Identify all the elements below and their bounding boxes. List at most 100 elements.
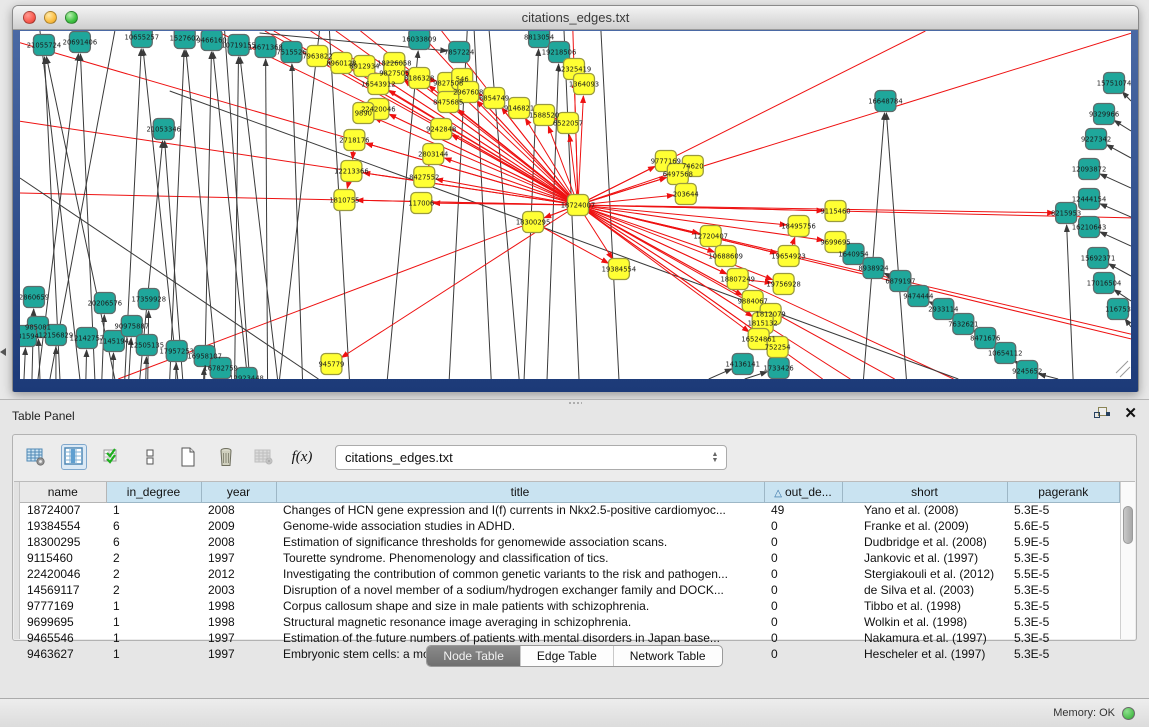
column-header-indegree[interactable]: in_degree [106, 482, 201, 502]
graph-node-label: 752254 [765, 343, 791, 351]
table-cell: Stergiakouli et al. (2012) [842, 566, 1007, 582]
memory-status-indicator[interactable] [1122, 707, 1135, 720]
table-row[interactable]: 1830029562008Estimation of significance … [20, 534, 1120, 550]
graph-node-label: 945779 [319, 360, 345, 368]
column-header-outde[interactable]: △out_de... [764, 482, 842, 502]
network-graph-canvas[interactable]: 1872400721055724206914061065525715276029… [20, 31, 1131, 379]
graph-node-label: 116753 [1105, 305, 1131, 313]
table-cell: 1997 [201, 550, 276, 566]
graph-node-label: 2803144 [418, 150, 448, 158]
table-row[interactable]: 977716911998Corpus callosum shape and si… [20, 598, 1120, 614]
table-row[interactable]: 1872400712008Changes of HCN gene express… [20, 502, 1120, 518]
column-header-pagerank[interactable]: pagerank [1007, 482, 1120, 502]
graph-node-label: 10654112 [988, 349, 1022, 357]
table-panel-body: f(x) citations_edges.txt ▲▼ namein_degre… [12, 434, 1137, 641]
table-toolbar: f(x) citations_edges.txt ▲▼ [13, 435, 1136, 479]
graph-node-label: 8912934 [349, 62, 379, 70]
table-cell: 2008 [201, 502, 276, 518]
graph-node-label: 20206576 [88, 299, 122, 307]
table-cell: 22420046 [20, 566, 106, 582]
graph-node-label: 19218506 [542, 48, 576, 56]
graph-node-label: 19654923 [771, 252, 805, 260]
table-cell: Structural magnetic resonance image aver… [276, 614, 764, 630]
graph-node-label: 19756928 [766, 280, 800, 288]
panel-collapse-handle[interactable] [0, 348, 6, 356]
splitter-handle[interactable] [568, 401, 582, 405]
graph-node-label: 8427552 [409, 173, 439, 181]
tab-node-table[interactable]: Node Table [427, 646, 521, 666]
delete-table-icon[interactable] [213, 444, 239, 470]
graph-node-label: 21055724 [27, 41, 61, 49]
select-all-icon[interactable] [99, 444, 125, 470]
scrollbar-thumb[interactable] [1123, 506, 1133, 544]
graph-node-label: 6879197 [885, 277, 915, 285]
table-selector[interactable]: citations_edges.txt ▲▼ [335, 445, 727, 470]
table-cell: 9115460 [20, 550, 106, 566]
graph-node-label: 1640954 [838, 250, 868, 258]
table-row[interactable]: 969969511998Structural magnetic resonanc… [20, 614, 1120, 630]
graph-node-label: 16543912 [361, 80, 395, 88]
table-cell: 18724007 [20, 502, 106, 518]
window-titlebar[interactable]: citations_edges.txt [13, 6, 1138, 30]
graph-node-label: 2933114 [928, 305, 958, 313]
table-cell: Wolkin et al. (1998) [842, 614, 1007, 630]
function-builder-icon[interactable]: f(x) [289, 444, 315, 470]
graph-node-label: 10655257 [125, 33, 159, 41]
close-window-button[interactable] [23, 11, 36, 24]
column-header-short[interactable]: short [842, 482, 1007, 502]
graph-node-label: 8938924 [858, 264, 888, 272]
table-cell: 1998 [201, 614, 276, 630]
table-row[interactable]: 1938455462009Genome-wide association stu… [20, 518, 1120, 534]
table-cell: 1 [106, 598, 201, 614]
graph-node-label: 1588520 [529, 111, 559, 119]
table-cell: 0 [764, 598, 842, 614]
table-cell: 2003 [201, 582, 276, 598]
graph-node-label: 12720407 [694, 232, 728, 240]
float-panel-icon[interactable] [1094, 406, 1110, 422]
table-cell: 0 [764, 582, 842, 598]
table-cell: 1 [106, 502, 201, 518]
table-row[interactable]: 1456911722003Disruption of a novel membe… [20, 582, 1120, 598]
table-cell: 5.3E-5 [1007, 630, 1120, 646]
graph-node-label: 17016504 [1087, 279, 1121, 287]
table-cell: 2 [106, 566, 201, 582]
tab-edge-table[interactable]: Edge Table [521, 646, 614, 666]
table-tabs: Node TableEdge TableNetwork Table [426, 645, 722, 667]
table-cell: Dudbridge et al. (2008) [842, 534, 1007, 550]
network-view-window: citations_edges.txt 18724007210557242069… [12, 5, 1139, 392]
close-panel-icon[interactable]: ✕ [1124, 406, 1137, 422]
table-row[interactable]: 911546021997Tourette syndrome. Phenomeno… [20, 550, 1120, 566]
graph-node-label: 19384554 [602, 265, 636, 273]
graph-node-label: 14136141 [725, 360, 759, 368]
zoom-window-button[interactable] [65, 11, 78, 24]
graph-node-label: 10688609 [708, 252, 742, 260]
graph-node-label: 12213366 [334, 167, 368, 175]
table-row[interactable]: 2242004622012Investigating the contribut… [20, 566, 1120, 582]
graph-node-label: 2860659 [20, 293, 49, 301]
table-scrollbar[interactable] [1120, 482, 1135, 639]
graph-node-label: 16033809 [402, 35, 436, 43]
tab-network-table[interactable]: Network Table [614, 646, 722, 666]
table-cell: 19384554 [20, 518, 106, 534]
graph-node-label: 9115460 [820, 207, 850, 215]
column-header-year[interactable]: year [201, 482, 276, 502]
table-options-icon[interactable] [23, 444, 49, 470]
graph-node-label: 90975887 [115, 322, 149, 330]
minimize-window-button[interactable] [44, 11, 57, 24]
clear-selection-icon[interactable] [137, 444, 163, 470]
graph-node-label: 18495756 [781, 222, 815, 230]
table-cell: 2 [106, 582, 201, 598]
table-cell: 9777169 [20, 598, 106, 614]
column-header-title[interactable]: title [276, 482, 764, 502]
column-header-name[interactable]: name [20, 482, 106, 502]
table-cell: 1 [106, 630, 201, 646]
new-table-icon[interactable] [175, 444, 201, 470]
graph-node-label: 12444154 [1072, 195, 1106, 203]
graph-node-label: 546 [456, 75, 469, 83]
graph-node-label: 16958107 [187, 352, 221, 360]
graph-node-label: 1527602 [170, 34, 200, 42]
show-columns-icon[interactable] [61, 444, 87, 470]
table-row[interactable]: 946554611997Estimation of the future num… [20, 630, 1120, 646]
panel-title: Table Panel [12, 409, 75, 423]
graph-node-label: 74620 [682, 162, 704, 170]
